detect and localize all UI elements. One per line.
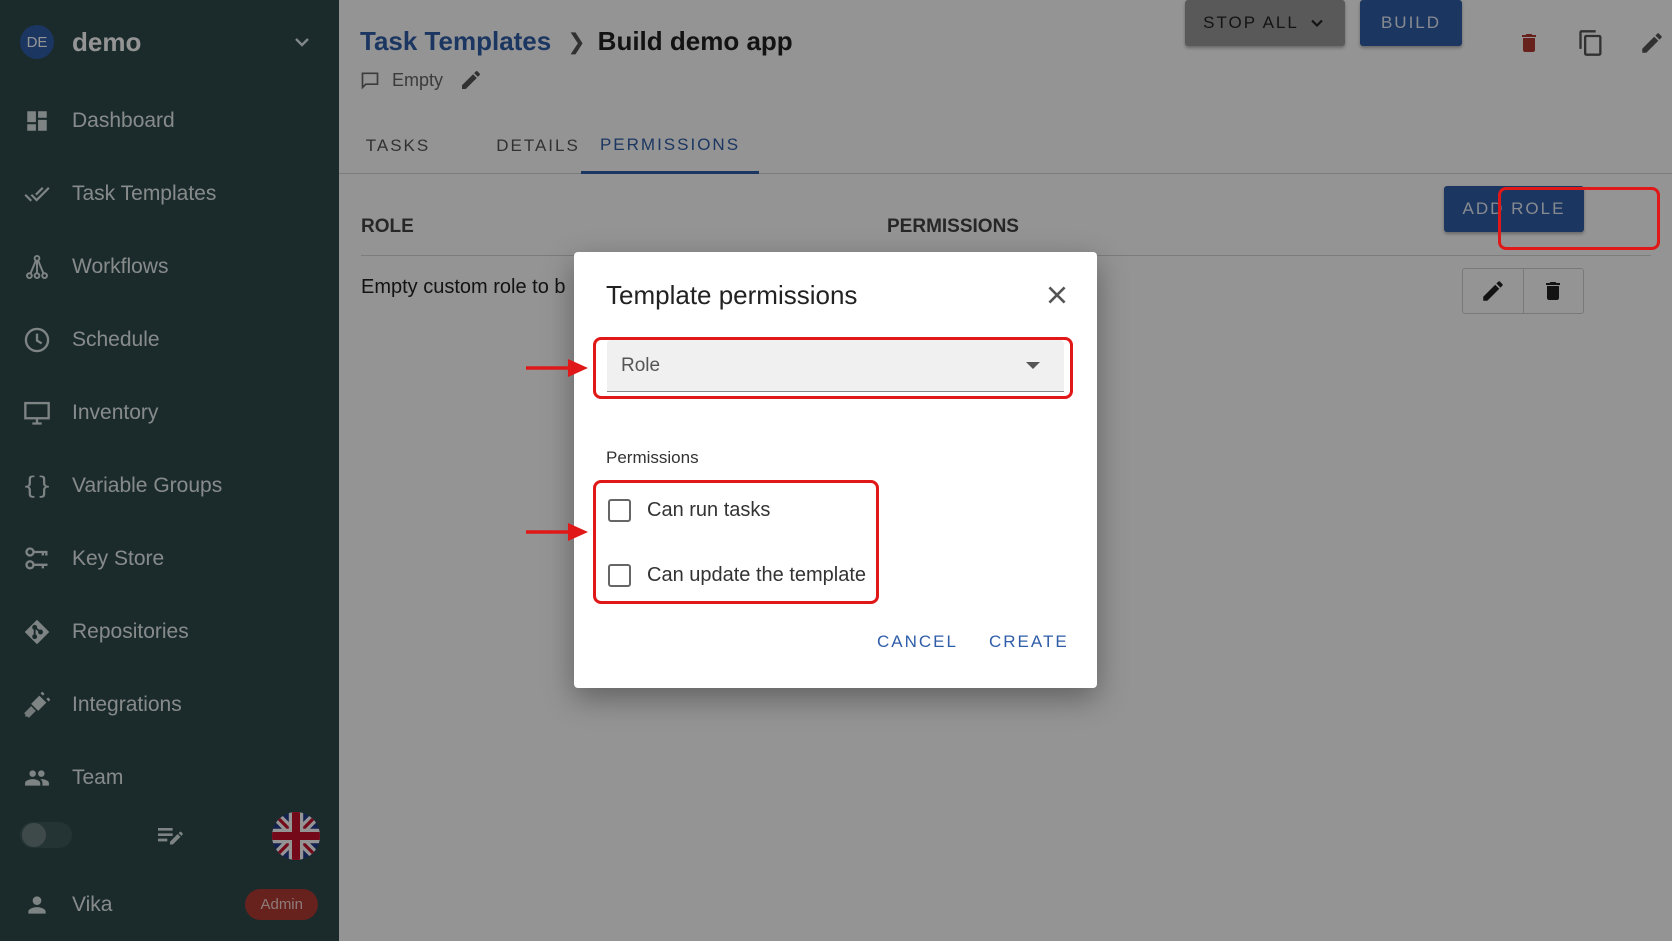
cancel-button[interactable]: CANCEL bbox=[877, 632, 958, 652]
arrow-right-icon bbox=[526, 359, 588, 377]
close-button[interactable] bbox=[1042, 280, 1072, 310]
role-select-placeholder: Role bbox=[621, 354, 661, 376]
checkbox-label: Can run tasks bbox=[647, 498, 771, 521]
close-icon bbox=[1048, 286, 1066, 304]
dialog-title: Template permissions bbox=[606, 280, 858, 310]
checkbox-box[interactable] bbox=[608, 498, 631, 522]
create-button[interactable]: CREATE bbox=[989, 632, 1069, 652]
role-select[interactable]: Role bbox=[607, 340, 1064, 392]
can-run-tasks-checkbox[interactable]: Can run tasks bbox=[608, 492, 770, 528]
arrow-right-icon bbox=[526, 523, 588, 541]
dropdown-arrow-icon bbox=[1026, 362, 1040, 369]
permissions-label: Permissions bbox=[606, 448, 699, 467]
checkbox-box[interactable] bbox=[608, 563, 631, 587]
template-permissions-dialog: Template permissions Role Permissions Ca… bbox=[574, 252, 1097, 688]
can-update-template-checkbox[interactable]: Can update the template bbox=[608, 557, 866, 593]
checkbox-label: Can update the template bbox=[647, 563, 867, 586]
